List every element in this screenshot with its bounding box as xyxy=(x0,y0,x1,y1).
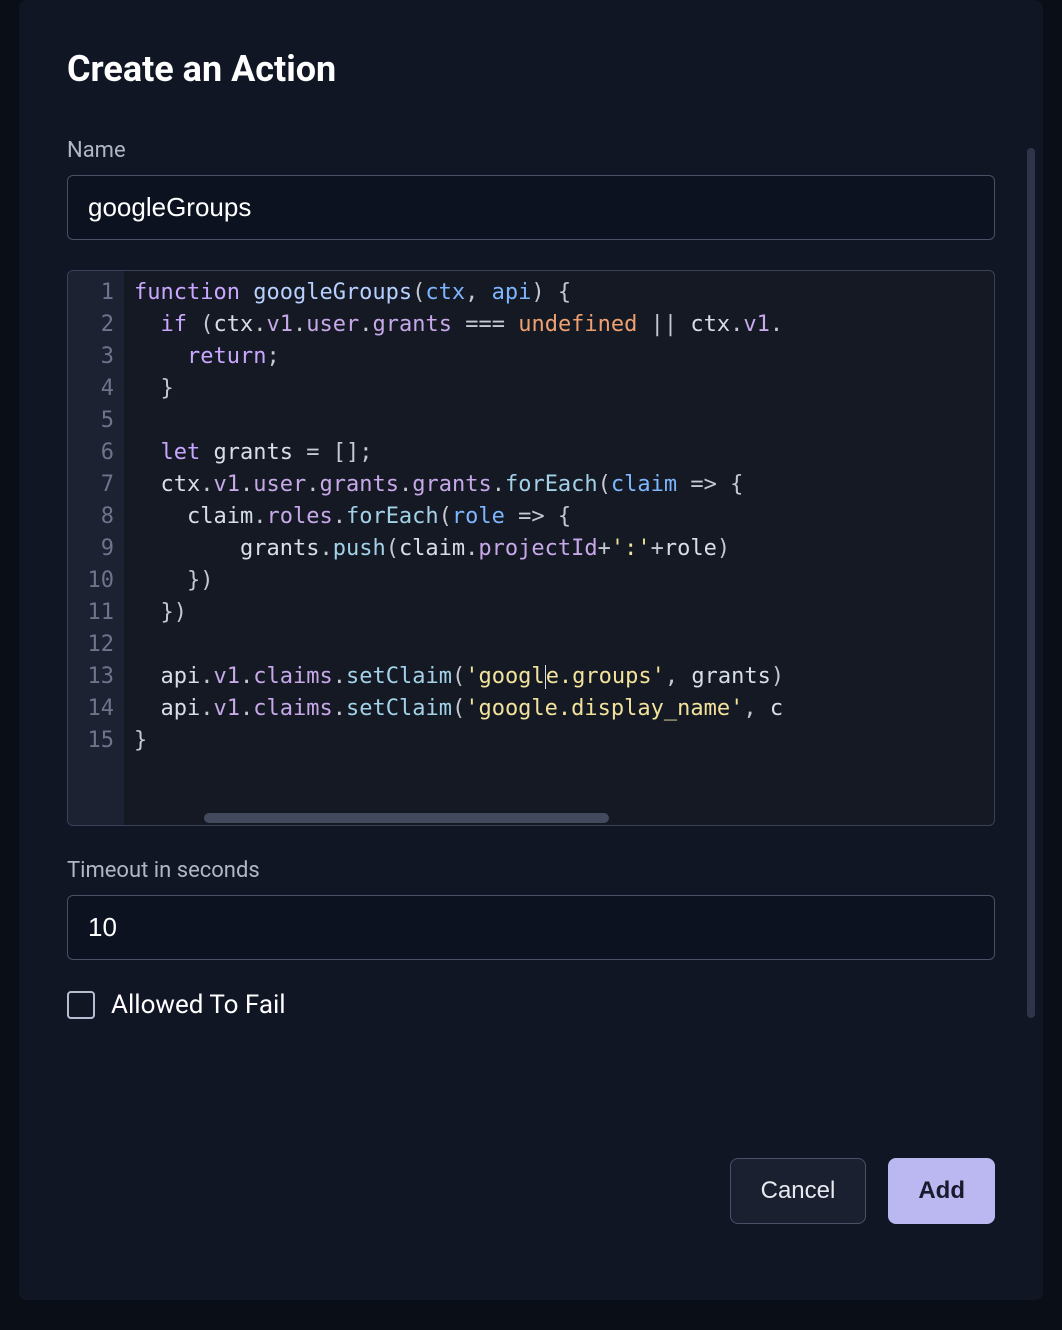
gutter-line: 2 xyxy=(68,309,124,341)
code-line[interactable]: }) xyxy=(134,565,994,597)
code-line[interactable]: grants.push(claim.projectId+':'+role) xyxy=(134,533,994,565)
gutter-line: 9 xyxy=(68,533,124,565)
name-label: Name xyxy=(67,138,995,163)
code-line[interactable]: } xyxy=(134,373,994,405)
code-line[interactable]: claim.roles.forEach(role => { xyxy=(134,501,994,533)
code-body[interactable]: function googleGroups(ctx, api) { if (ct… xyxy=(124,271,994,757)
gutter-line: 11 xyxy=(68,597,124,629)
create-action-modal: Create an Action Name 123456789101112131… xyxy=(19,0,1043,1300)
modal-scrollbar[interactable] xyxy=(1027,148,1035,1018)
gutter-line: 1 xyxy=(68,277,124,309)
gutter-line: 10 xyxy=(68,565,124,597)
timeout-label: Timeout in seconds xyxy=(67,858,995,883)
code-line[interactable]: ctx.v1.user.grants.grants.forEach(claim … xyxy=(134,469,994,501)
add-button[interactable]: Add xyxy=(888,1158,995,1224)
modal-footer: Cancel Add xyxy=(67,1158,995,1224)
modal-title: Create an Action xyxy=(67,48,995,90)
code-line[interactable]: let grants = []; xyxy=(134,437,994,469)
code-hscroll-thumb[interactable] xyxy=(204,813,609,823)
gutter-line: 8 xyxy=(68,501,124,533)
code-line[interactable]: }) xyxy=(134,597,994,629)
name-input[interactable] xyxy=(67,175,995,240)
cancel-button[interactable]: Cancel xyxy=(730,1158,867,1224)
code-editor[interactable]: 123456789101112131415 function googleGro… xyxy=(67,270,995,826)
gutter-line: 4 xyxy=(68,373,124,405)
code-line[interactable] xyxy=(134,405,994,437)
allowed-to-fail-row[interactable]: Allowed To Fail xyxy=(67,990,995,1020)
code-line[interactable]: return; xyxy=(134,341,994,373)
code-gutter: 123456789101112131415 xyxy=(68,271,124,825)
gutter-line: 6 xyxy=(68,437,124,469)
timeout-input[interactable] xyxy=(67,895,995,960)
gutter-line: 5 xyxy=(68,405,124,437)
code-line[interactable]: if (ctx.v1.user.grants === undefined || … xyxy=(134,309,994,341)
code-line[interactable]: function googleGroups(ctx, api) { xyxy=(134,277,994,309)
gutter-line: 14 xyxy=(68,693,124,725)
code-line[interactable]: } xyxy=(134,725,994,757)
code-line[interactable] xyxy=(134,629,994,661)
gutter-line: 7 xyxy=(68,469,124,501)
code-horizontal-scrollbar[interactable] xyxy=(124,813,990,823)
timeout-field-group: Timeout in seconds xyxy=(67,858,995,960)
gutter-line: 15 xyxy=(68,725,124,757)
gutter-line: 3 xyxy=(68,341,124,373)
code-scroll: 123456789101112131415 function googleGro… xyxy=(68,271,994,825)
code-line[interactable]: api.v1.claims.setClaim('google.groups', … xyxy=(134,661,994,693)
name-field-group: Name xyxy=(67,138,995,240)
gutter-line: 12 xyxy=(68,629,124,661)
allowed-to-fail-label: Allowed To Fail xyxy=(111,990,286,1020)
allowed-to-fail-checkbox[interactable] xyxy=(67,991,95,1019)
gutter-line: 13 xyxy=(68,661,124,693)
code-line[interactable]: api.v1.claims.setClaim('google.display_n… xyxy=(134,693,994,725)
form-area: Name 123456789101112131415 function goog… xyxy=(67,138,995,1098)
